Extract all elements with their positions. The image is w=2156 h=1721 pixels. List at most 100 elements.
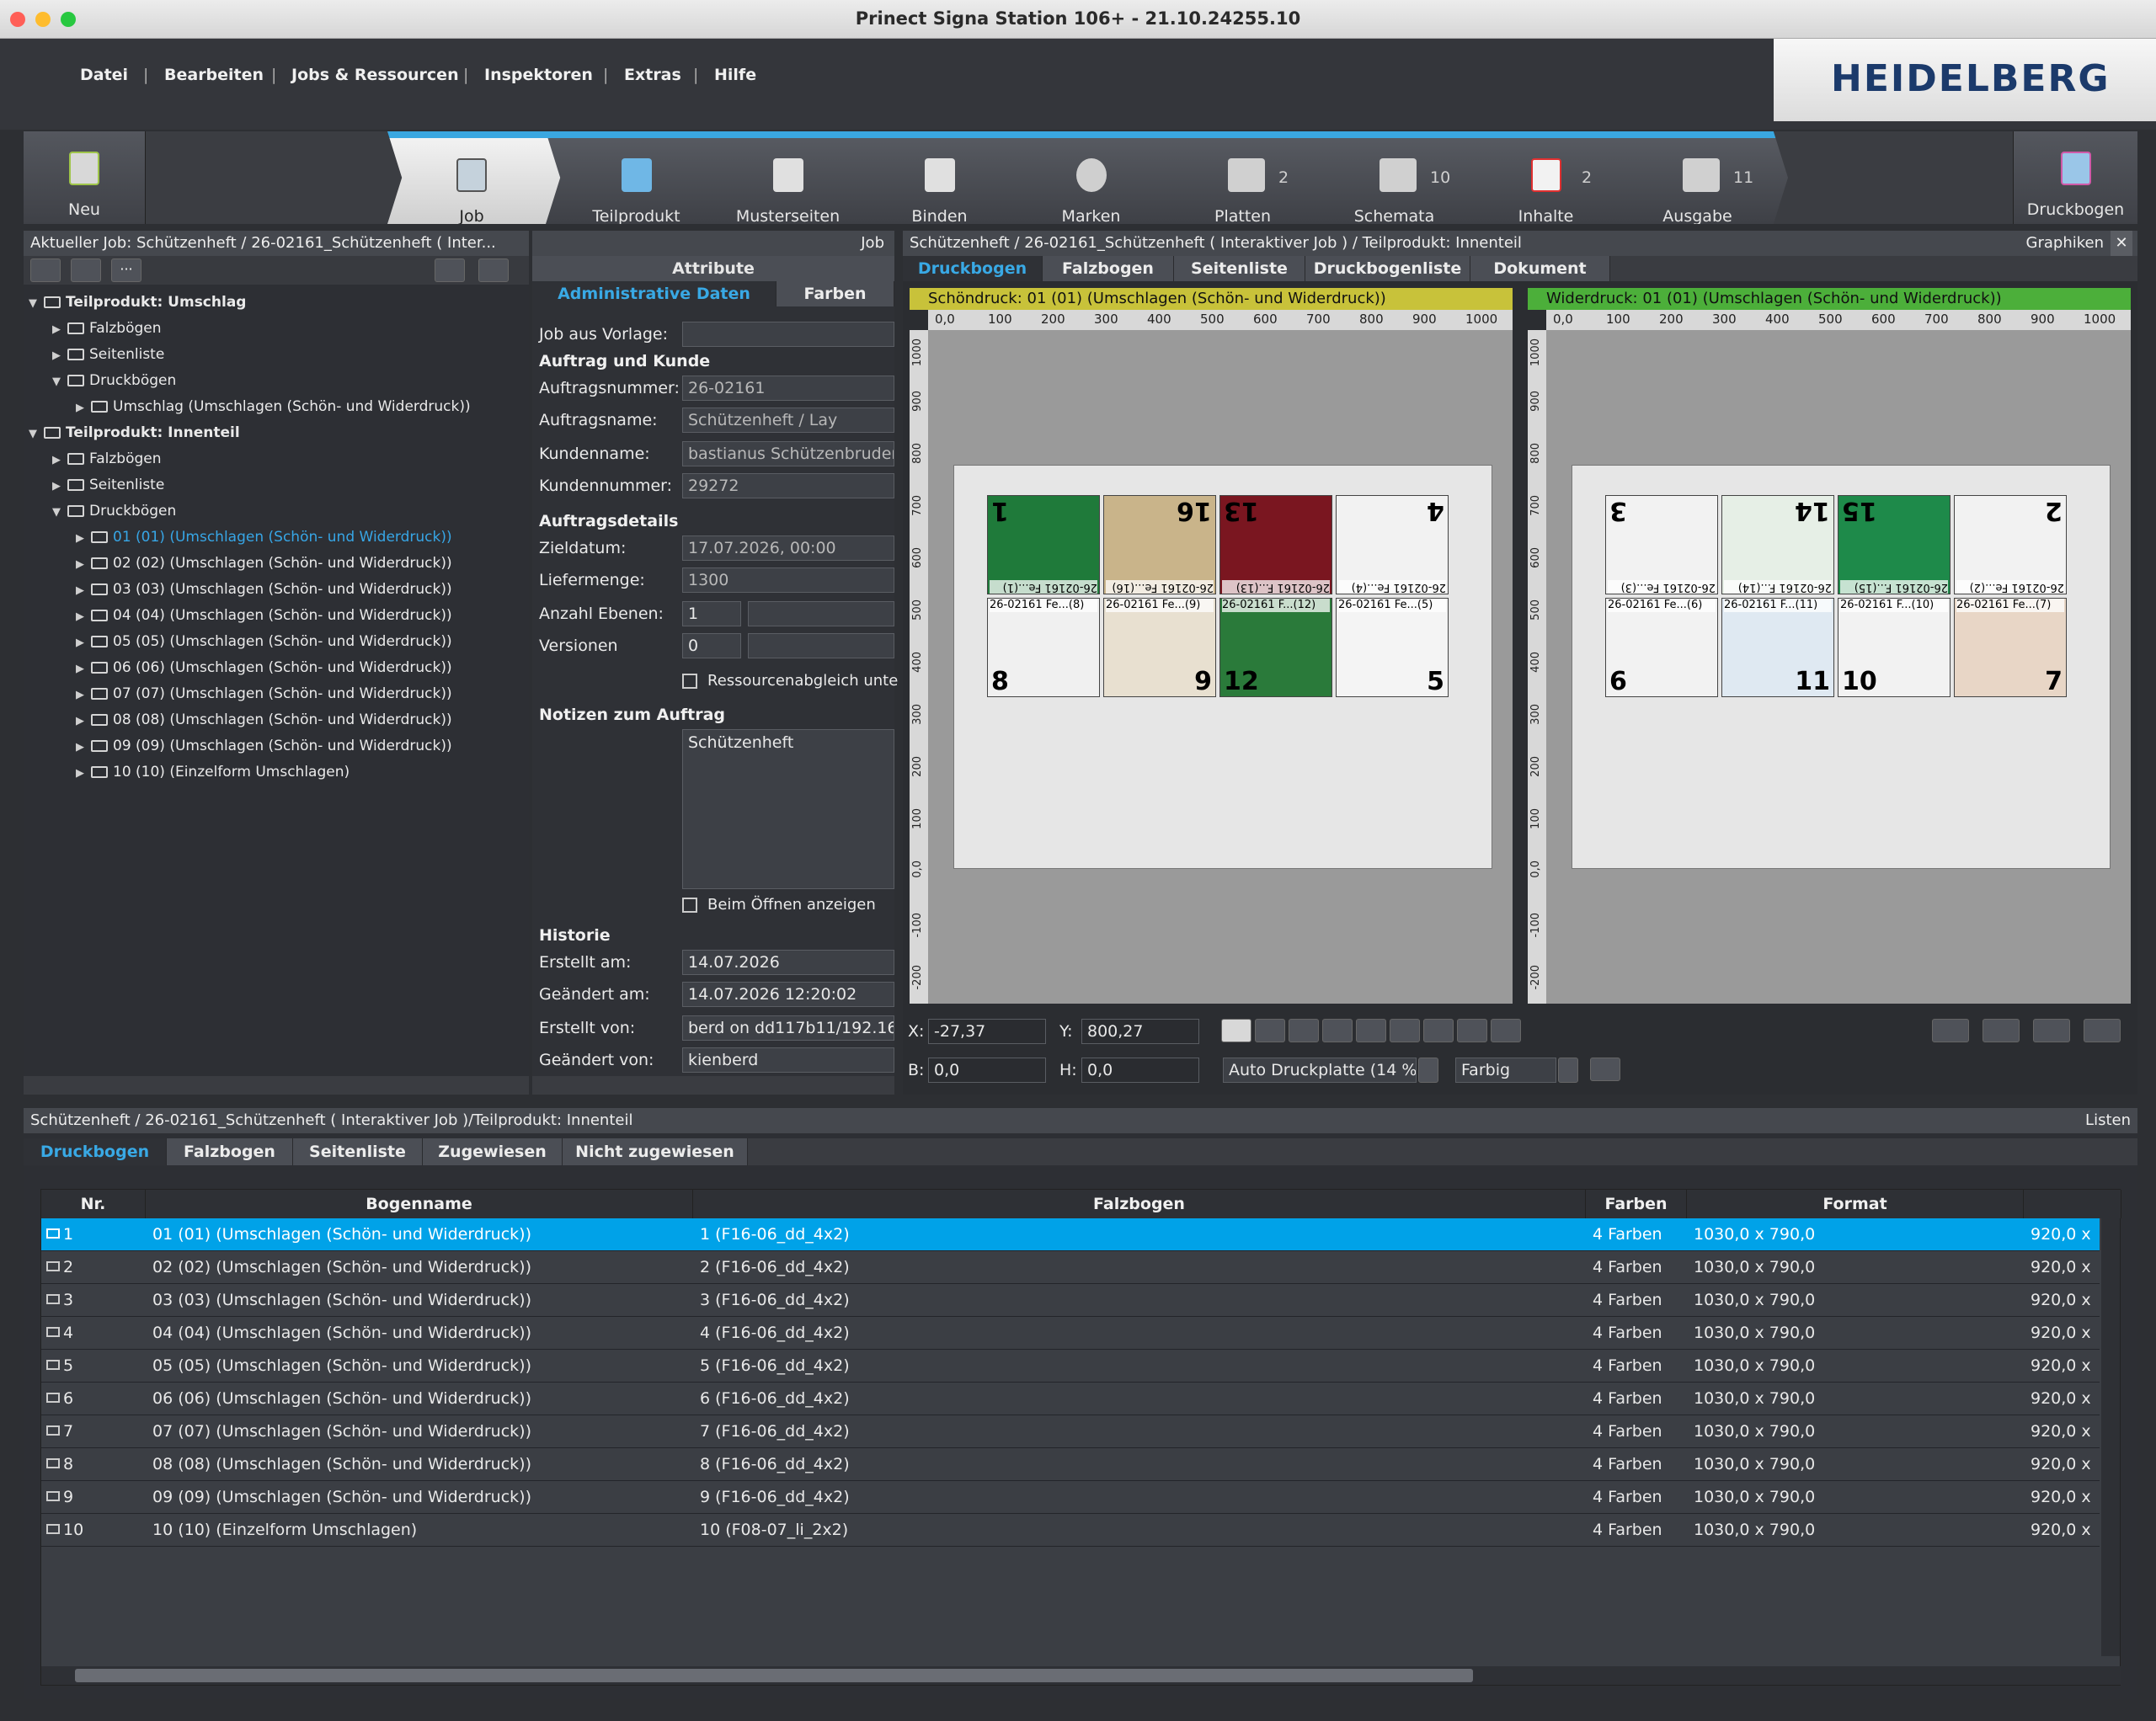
tree-item[interactable]: ▶ 02 (02) (Umschlagen (Schön- und Widerdr… xyxy=(76,551,452,576)
kundenname-field[interactable]: bastianus Schützenbruderscl xyxy=(682,441,894,466)
tree-item[interactable]: ▼ Druckbögen xyxy=(52,368,176,393)
table-row[interactable]: 10 10 (10) (Einzelform Umschlagen) 10 (F08… xyxy=(41,1514,2100,1547)
tree-item[interactable]: ▶ Falzbögen xyxy=(52,316,162,341)
tab-farben[interactable]: Farben xyxy=(776,281,894,306)
versionen-field[interactable]: 0 xyxy=(682,633,741,658)
page-thumbnail[interactable]: 26-02161 F...(10) 10 xyxy=(1838,598,1951,697)
tree-item[interactable]: ▶ Umschlag (Umschlagen (Schön- und Widerd… xyxy=(76,394,471,419)
expand-down-icon[interactable]: ▼ xyxy=(52,370,64,395)
step-musterseiten[interactable]: Musterseiten xyxy=(697,131,878,224)
tree-scrollbar[interactable] xyxy=(24,1076,529,1095)
tab-administrative-daten[interactable]: Administrative Daten xyxy=(532,281,776,306)
page-thumbnail[interactable]: 26-02161 Fe...(2) 2 xyxy=(1954,495,2067,594)
menu-hilfe[interactable]: Hilfe xyxy=(714,66,756,84)
tree-item[interactable]: ▼ Teilprodukt: Innenteil xyxy=(29,420,240,445)
step-marken[interactable]: Marken xyxy=(1001,131,1182,224)
ressourcenabgleich-checkbox[interactable] xyxy=(682,674,697,689)
expand-down-icon[interactable]: ▼ xyxy=(52,500,64,525)
expand-right-icon[interactable]: ▶ xyxy=(76,526,88,551)
expand-down-icon[interactable]: ▼ xyxy=(29,422,40,447)
page-thumbnail[interactable]: 26-02161 Fe...(6) 6 xyxy=(1605,598,1718,697)
page-thumbnail[interactable]: 26-02161 Fe...(8) 8 xyxy=(987,598,1100,697)
front-sheet-canvas[interactable]: 26-02161 Fe...(1) 1 26-02161 Fe...(16) 16 26… xyxy=(928,330,1513,1004)
tree-item[interactable]: ▶ 09 (09) (Umschlagen (Schön- und Widerdr… xyxy=(76,733,452,759)
export-icon[interactable] xyxy=(2084,1019,2121,1042)
versionen-extra[interactable] xyxy=(748,633,894,658)
attributes-scrollbar[interactable] xyxy=(532,1076,894,1095)
tree-item[interactable]: ▶ Seitenliste xyxy=(52,342,164,367)
crop-icon[interactable] xyxy=(1356,1019,1386,1042)
auftragsname-field[interactable]: Schützenheft / Lay xyxy=(682,408,894,433)
color-select[interactable]: Farbig xyxy=(1455,1058,1556,1083)
table-row[interactable]: 6 06 (06) (Umschlagen (Schön- und Widerdr… xyxy=(41,1383,2100,1415)
erstellt-von-field[interactable]: berd on dd117b11/192.16 xyxy=(682,1015,894,1041)
tree-item[interactable]: ▶ 10 (10) (Einzelform Umschlagen) xyxy=(76,759,350,785)
expand-right-icon[interactable]: ▶ xyxy=(76,657,88,682)
kundennummer-field[interactable]: 29272 xyxy=(682,473,894,498)
anzahl-ebenen-extra[interactable] xyxy=(748,601,894,626)
page-thumbnail[interactable]: 26-02161 Fe...(3) 3 xyxy=(1605,495,1718,594)
tree-item[interactable]: ▼ Druckbögen xyxy=(52,498,176,524)
expand-right-icon[interactable]: ▶ xyxy=(52,317,64,343)
tab-dokument[interactable]: Dokument xyxy=(1470,256,1610,281)
select-area-icon[interactable] xyxy=(1255,1019,1285,1042)
notizen-textarea[interactable]: Schützenheft xyxy=(682,729,894,889)
tree-item[interactable]: ▶ Falzbögen xyxy=(52,446,162,472)
hand-icon[interactable] xyxy=(1322,1019,1353,1042)
page-thumbnail[interactable]: 26-02161 Fe...(5) 5 xyxy=(1336,598,1449,697)
col-extra[interactable] xyxy=(2024,1190,2121,1218)
table-row[interactable]: 1 01 (01) (Umschlagen (Schön- und Widerdr… xyxy=(41,1218,2100,1251)
expand-right-icon[interactable]: ▶ xyxy=(76,578,88,604)
col-bogenname[interactable]: Bogenname xyxy=(146,1190,693,1218)
expand-right-icon[interactable]: ▶ xyxy=(76,683,88,708)
druckbogen-button[interactable]: Druckbogen xyxy=(2013,131,2137,224)
page-thumbnail[interactable]: 26-02161 F...(13) 13 xyxy=(1219,495,1332,594)
expand-right-icon[interactable]: ▶ xyxy=(76,761,88,786)
x-field[interactable]: -27,37 xyxy=(928,1019,1046,1044)
h-field[interactable]: 0,0 xyxy=(1081,1058,1199,1083)
new-button[interactable]: Neu xyxy=(24,131,146,224)
expand-right-icon[interactable]: ▶ xyxy=(76,396,88,421)
tree-item[interactable]: ▶ 01 (01) (Umschlagen (Schön- und Widerdr… xyxy=(76,525,452,550)
filter-icon[interactable] xyxy=(478,258,509,282)
tab-falzbogen[interactable]: Falzbogen xyxy=(1043,256,1174,281)
list-tab-seitenliste[interactable]: Seitenliste xyxy=(293,1138,423,1165)
list-tab-nicht-zugewiesen[interactable]: Nicht zugewiesen xyxy=(563,1138,748,1165)
settings-icon[interactable] xyxy=(1983,1019,2020,1042)
page-thumbnail[interactable]: 26-02161 Fe...(9) 9 xyxy=(1103,598,1216,697)
print-icon[interactable] xyxy=(71,258,101,282)
menu-datei[interactable]: Datei xyxy=(80,66,128,84)
table-row[interactable]: 4 04 (04) (Umschlagen (Schön- und Widerdr… xyxy=(41,1317,2100,1350)
tree-item[interactable]: ▶ 05 (05) (Umschlagen (Schön- und Widerdr… xyxy=(76,629,452,654)
pen-icon[interactable] xyxy=(1457,1019,1487,1042)
step-job[interactable]: Job xyxy=(387,131,568,224)
expand-right-icon[interactable]: ▶ xyxy=(76,631,88,656)
step-platten[interactable]: 2 Platten xyxy=(1152,131,1333,224)
select-tool-icon[interactable] xyxy=(1221,1019,1251,1042)
expand-down-icon[interactable]: ▼ xyxy=(29,291,40,317)
menu-jobs-ressourcen[interactable]: Jobs & Ressourcen xyxy=(291,66,459,84)
next-icon[interactable] xyxy=(435,258,465,282)
table-row[interactable]: 3 03 (03) (Umschlagen (Schön- und Widerdr… xyxy=(41,1284,2100,1317)
expand-right-icon[interactable]: ▶ xyxy=(76,605,88,630)
liefermenge-field[interactable]: 1300 xyxy=(682,567,894,593)
step-inhalte[interactable]: 2 Inhalte xyxy=(1455,131,1636,224)
table-row[interactable]: 5 05 (05) (Umschlagen (Schön- und Widerdr… xyxy=(41,1350,2100,1383)
table-row[interactable]: 7 07 (07) (Umschlagen (Schön- und Widerdr… xyxy=(41,1415,2100,1448)
delete-icon[interactable] xyxy=(1423,1019,1454,1042)
page-thumbnail[interactable]: 26-02161 F...(11) 11 xyxy=(1721,598,1834,697)
menu-extras[interactable]: Extras xyxy=(624,66,681,84)
expand-right-icon[interactable]: ▶ xyxy=(76,735,88,760)
plate-select[interactable]: Auto Druckplatte (14 %) xyxy=(1223,1058,1417,1083)
view-mode-icon[interactable] xyxy=(1932,1019,1969,1042)
col-falzbogen[interactable]: Falzbogen xyxy=(693,1190,1586,1218)
page-thumbnail[interactable]: 26-02161 F...(15) 15 xyxy=(1838,495,1951,594)
more-icon[interactable]: ··· xyxy=(111,258,141,282)
table-row[interactable]: 9 09 (09) (Umschlagen (Schön- und Widerdr… xyxy=(41,1481,2100,1514)
anzahl-ebenen-field[interactable]: 1 xyxy=(682,601,741,626)
step-schemata[interactable]: 10 Schemata xyxy=(1304,131,1485,224)
close-panel-icon[interactable]: ✕ xyxy=(2111,231,2132,256)
link-icon[interactable] xyxy=(1590,1058,1620,1081)
table-row[interactable]: 2 02 (02) (Umschlagen (Schön- und Widerdr… xyxy=(41,1251,2100,1284)
col-farben[interactable]: Farben xyxy=(1586,1190,1687,1218)
